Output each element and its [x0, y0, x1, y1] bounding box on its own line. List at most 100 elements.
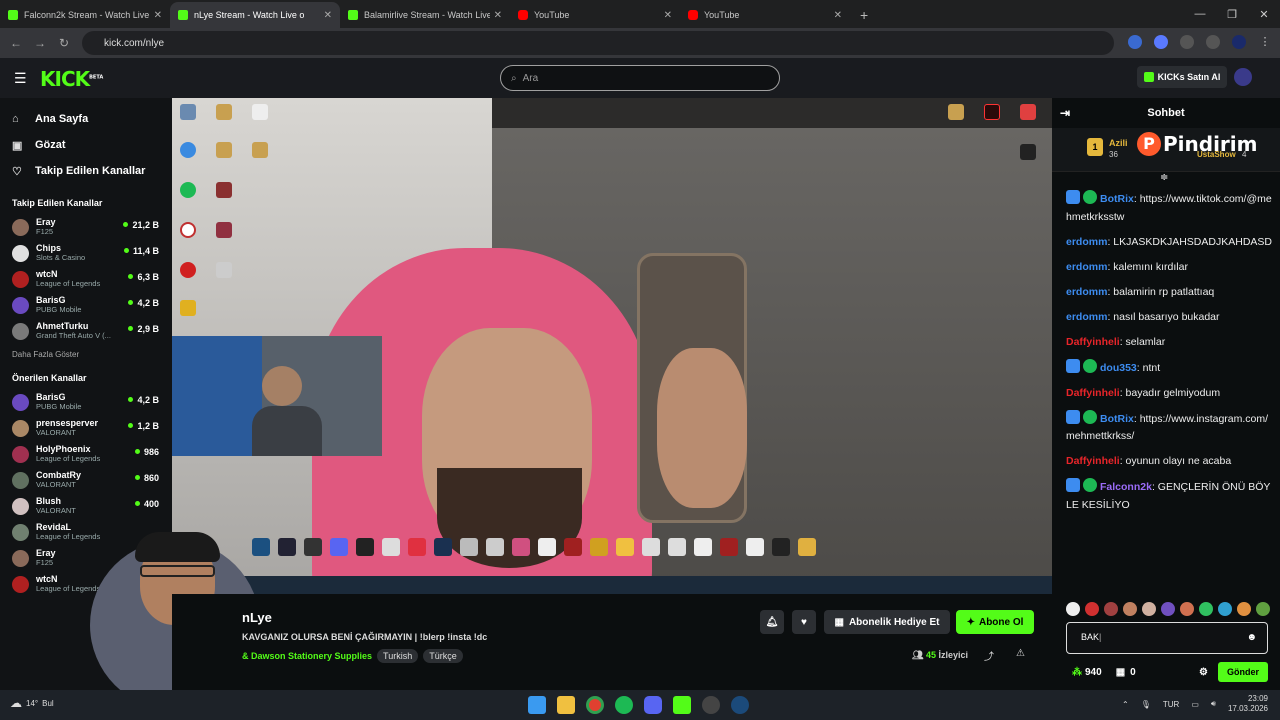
maximize-icon[interactable]: ❐: [1216, 0, 1248, 28]
gift-count[interactable]: 0: [1130, 667, 1136, 678]
channel-item[interactable]: AhmetTurku Grand Theft Auto V (... 2,9 B: [0, 318, 172, 344]
menu-icon[interactable]: ⋮: [1258, 35, 1272, 49]
chat-username[interactable]: Falconn2k: [1100, 481, 1152, 493]
tag[interactable]: Türkçe: [423, 649, 463, 663]
spotify-icon[interactable]: [615, 696, 633, 714]
browser-tab[interactable]: YouTube ✕: [510, 2, 680, 28]
chat-input[interactable]: BAK| ☻: [1066, 622, 1268, 654]
search-icon: ⌕: [511, 72, 517, 84]
collapse-chat-icon[interactable]: ⇥: [1060, 106, 1070, 120]
channel-item[interactable]: Chips Slots & Casino 11,4 B: [0, 240, 172, 266]
close-icon[interactable]: ✕: [494, 10, 502, 21]
emote-icon[interactable]: [1104, 602, 1118, 616]
badge-icon: [1066, 358, 1080, 373]
obs-icon[interactable]: [702, 696, 720, 714]
tag[interactable]: Turkish: [377, 649, 419, 663]
send-button[interactable]: Gönder: [1218, 662, 1268, 682]
emote-icon[interactable]: [1123, 602, 1137, 616]
emote-icon[interactable]: [1256, 602, 1270, 616]
discord-icon[interactable]: [644, 696, 662, 714]
browser-tab[interactable]: YouTube ✕: [680, 2, 850, 28]
channel-item[interactable]: BarisG PUBG Mobile 4,2 B: [0, 389, 172, 415]
clock[interactable]: 23:09 17.03.2026: [1228, 694, 1268, 714]
emote-icon[interactable]: [1199, 602, 1213, 616]
puzzle-icon[interactable]: [1180, 35, 1194, 49]
emote-icon[interactable]: [1218, 602, 1232, 616]
reload-icon[interactable]: ↻: [52, 36, 76, 50]
close-icon[interactable]: ✕: [664, 10, 672, 21]
language-indicator[interactable]: TUR: [1163, 700, 1179, 709]
close-window-icon[interactable]: ✕: [1248, 0, 1280, 28]
hamburger-icon[interactable]: ☰: [14, 70, 28, 87]
nav-home[interactable]: ⌂ Ana Sayfa: [0, 106, 172, 132]
emote-icon[interactable]: [1237, 602, 1251, 616]
share-icon[interactable]: ⤴: [984, 648, 994, 663]
folder-icon[interactable]: [557, 696, 575, 714]
nav-following[interactable]: ♡ Takip Edilen Kanallar: [0, 158, 172, 184]
mic-icon[interactable]: 🎙︎: [1141, 700, 1151, 709]
gift-subscription-button[interactable]: ▦ Abonelik Hediye Et: [824, 610, 950, 634]
emoji-icon[interactable]: ☻: [1246, 632, 1257, 643]
url-field[interactable]: kick.com/nlye: [82, 31, 1114, 55]
close-icon[interactable]: ✕: [154, 10, 162, 21]
browser-tab-active[interactable]: nLye Stream - Watch Live o ✕: [170, 2, 340, 28]
expand-icon[interactable]: ≑: [1160, 172, 1168, 183]
emote-icon[interactable]: [1180, 602, 1194, 616]
buy-kicks-button[interactable]: KICKs Satın Al: [1137, 66, 1227, 88]
chat-username[interactable]: Daffyinheli: [1066, 387, 1120, 399]
browser-tab[interactable]: Falconn2k Stream - Watch Live ✕: [0, 2, 170, 28]
chat-username[interactable]: BotRix: [1100, 413, 1134, 425]
search-input[interactable]: ⌕ Ara: [500, 65, 780, 91]
extension-icon[interactable]: [1128, 35, 1142, 49]
channel-name[interactable]: nLye: [242, 610, 272, 625]
chat-username[interactable]: erdomm: [1066, 236, 1107, 248]
media-icon[interactable]: [1206, 35, 1220, 49]
report-icon[interactable]: ⚠: [1016, 648, 1025, 659]
profile-avatar[interactable]: [1232, 35, 1246, 49]
chrome-icon[interactable]: [586, 696, 604, 714]
extension-icon[interactable]: [1154, 35, 1168, 49]
emote-icon[interactable]: [1161, 602, 1175, 616]
browser-tab[interactable]: Balamirlive Stream - Watch Live ✕: [340, 2, 510, 28]
new-tab-button[interactable]: +: [850, 2, 878, 28]
start-icon[interactable]: [528, 696, 546, 714]
channel-item[interactable]: prensesperver VALORANT 1,2 B: [0, 415, 172, 441]
minimize-icon[interactable]: —: [1184, 0, 1216, 28]
chat-username[interactable]: BotRix: [1100, 193, 1134, 205]
emote-icon[interactable]: [1085, 602, 1099, 616]
channel-item[interactable]: Eray F125 21,2 B: [0, 214, 172, 240]
kick-icon[interactable]: [673, 696, 691, 714]
stream-tags: & Dawson Stationery Supplies Turkish Tür…: [242, 649, 463, 663]
channel-item[interactable]: wtcN League of Legends 6,3 B: [0, 266, 172, 292]
channel-item[interactable]: BarisG PUBG Mobile 4,2 B: [0, 292, 172, 318]
chat-username[interactable]: Daffyinheli: [1066, 336, 1120, 348]
notification-button[interactable]: 🔔︎: [760, 610, 784, 634]
points-count[interactable]: 940: [1085, 667, 1102, 678]
chevron-up-icon[interactable]: ⌃: [1122, 700, 1129, 709]
subscribe-button[interactable]: ✦ Abone Ol: [956, 610, 1034, 634]
user-avatar[interactable]: [1234, 68, 1252, 86]
emote-icon[interactable]: [1142, 602, 1156, 616]
steam-icon[interactable]: [731, 696, 749, 714]
video-player[interactable]: [172, 98, 1052, 594]
nav-browse[interactable]: ▣ Gözat: [0, 132, 172, 158]
settings-icon[interactable]: ⚙: [1199, 667, 1208, 678]
show-more-link[interactable]: Daha Fazla Göster: [0, 350, 172, 359]
follow-button[interactable]: ♥: [792, 610, 816, 634]
chat-username[interactable]: erdomm: [1066, 311, 1107, 323]
emote-icon[interactable]: [1066, 602, 1080, 616]
volume-icon[interactable]: 🔊︎: [1211, 699, 1216, 709]
forward-icon[interactable]: →: [28, 36, 52, 50]
weather-widget[interactable]: ☁ 14° Bul: [10, 696, 54, 710]
chat-username[interactable]: Daffyinheli: [1066, 455, 1120, 467]
chat-username[interactable]: erdomm: [1066, 286, 1107, 298]
category-link[interactable]: & Dawson Stationery Supplies: [242, 651, 372, 661]
chat-username[interactable]: erdomm: [1066, 261, 1107, 273]
leader-user[interactable]: Azili: [1109, 138, 1128, 148]
close-icon[interactable]: ✕: [834, 10, 842, 21]
close-icon[interactable]: ✕: [324, 10, 332, 21]
kick-logo[interactable]: KICKBETA: [40, 67, 103, 91]
chat-username[interactable]: dou353: [1100, 362, 1137, 374]
back-icon[interactable]: ←: [4, 36, 28, 50]
network-icon[interactable]: ▭: [1191, 700, 1199, 709]
